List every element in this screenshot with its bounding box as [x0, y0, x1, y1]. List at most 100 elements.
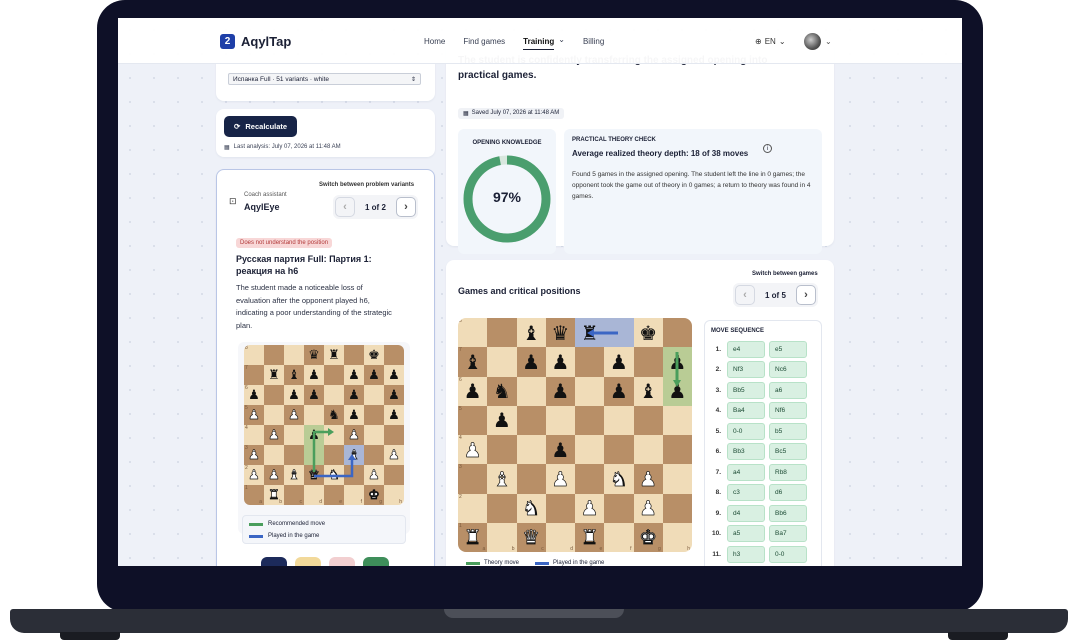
prev-game-button[interactable]: ‹: [735, 285, 755, 305]
square-h7[interactable]: ♟: [384, 365, 404, 385]
square-d7[interactable]: ♟: [545, 347, 575, 377]
black-move[interactable]: Ba7: [769, 525, 807, 543]
square-g3[interactable]: ♟: [633, 464, 663, 494]
variant-select[interactable]: Испанка Full · 51 variants · white ⇕: [228, 73, 421, 85]
prev-variant-button[interactable]: ‹: [335, 197, 355, 217]
white-move[interactable]: d4: [727, 504, 765, 522]
square-h2[interactable]: [662, 493, 692, 523]
square-b8[interactable]: [264, 345, 284, 365]
square-g8[interactable]: ♚: [364, 345, 384, 365]
square-e6[interactable]: [575, 376, 605, 406]
square-f7[interactable]: ♟: [344, 365, 364, 385]
square-d2[interactable]: [545, 493, 575, 523]
square-f8[interactable]: [344, 345, 364, 365]
square-b1[interactable]: b ♜: [264, 485, 284, 505]
square-d4[interactable]: ♟: [304, 425, 324, 445]
square-h3[interactable]: ♟: [384, 445, 404, 465]
square-g2[interactable]: ♟: [364, 465, 384, 485]
avatar-chevron-icon[interactable]: ⌄: [825, 37, 832, 46]
square-d3[interactable]: [304, 445, 324, 465]
square-h6[interactable]: ♟: [384, 385, 404, 405]
square-e7[interactable]: [324, 365, 344, 385]
square-b7[interactable]: [487, 347, 517, 377]
square-b8[interactable]: [487, 318, 517, 348]
square-f3[interactable]: ♞: [604, 464, 634, 494]
square-h1[interactable]: h: [662, 522, 692, 552]
avatar[interactable]: [804, 33, 821, 50]
recalculate-button[interactable]: ⟳ Recalculate: [224, 116, 298, 137]
square-f1[interactable]: f: [344, 485, 364, 505]
square-b6[interactable]: [264, 385, 284, 405]
black-move[interactable]: e5: [769, 340, 807, 358]
square-b3[interactable]: [264, 445, 284, 465]
chip-2[interactable]: [295, 557, 321, 566]
square-e1[interactable]: e ♜: [575, 522, 605, 552]
square-g5[interactable]: [633, 405, 663, 435]
square-f3[interactable]: ♝: [344, 445, 364, 465]
square-d7[interactable]: ♟: [304, 365, 324, 385]
square-h2[interactable]: [384, 465, 404, 485]
square-c1[interactable]: c ♛: [516, 522, 546, 552]
square-g6[interactable]: ♝: [633, 376, 663, 406]
square-c5[interactable]: ♟: [284, 405, 304, 425]
square-h4[interactable]: [384, 425, 404, 445]
square-b5[interactable]: [264, 405, 284, 425]
square-a4[interactable]: 4: [244, 425, 264, 445]
nav-training[interactable]: Training ⌄: [523, 36, 565, 50]
square-a6[interactable]: 6 ♟: [458, 376, 488, 406]
black-move[interactable]: b5: [769, 422, 807, 440]
square-c3[interactable]: [516, 464, 546, 494]
square-f5[interactable]: [604, 405, 634, 435]
square-b6[interactable]: ♞: [487, 376, 517, 406]
white-move[interactable]: Bb5: [727, 381, 765, 399]
square-b5[interactable]: ♟: [487, 405, 517, 435]
square-e6[interactable]: [324, 385, 344, 405]
white-move[interactable]: Ba4: [727, 402, 765, 420]
black-move[interactable]: a6: [769, 381, 807, 399]
square-c6[interactable]: ♟: [284, 385, 304, 405]
square-f2[interactable]: [344, 465, 364, 485]
square-e7[interactable]: [575, 347, 605, 377]
square-e3[interactable]: [324, 445, 344, 465]
square-d8[interactable]: ♛: [545, 318, 575, 348]
chip-1[interactable]: [261, 557, 287, 566]
square-d6[interactable]: ♟: [304, 385, 324, 405]
square-h1[interactable]: h: [384, 485, 404, 505]
square-c3[interactable]: [284, 445, 304, 465]
square-f4[interactable]: ♟: [344, 425, 364, 445]
square-d5[interactable]: [304, 405, 324, 425]
square-a2[interactable]: 2: [458, 493, 488, 523]
square-c2[interactable]: ♞: [516, 493, 546, 523]
square-a5[interactable]: 5: [458, 405, 488, 435]
square-g1[interactable]: g ♚: [633, 522, 663, 552]
square-d4[interactable]: ♟: [545, 435, 575, 465]
square-f8[interactable]: [604, 318, 634, 348]
square-f5[interactable]: ♟: [344, 405, 364, 425]
next-game-button[interactable]: ›: [795, 285, 816, 305]
square-g4[interactable]: [364, 425, 384, 445]
square-a7[interactable]: 7 ♝: [458, 347, 488, 377]
square-c7[interactable]: ♝: [284, 365, 304, 385]
nav-find-games[interactable]: Find games: [463, 37, 505, 50]
square-h5[interactable]: ♟: [384, 405, 404, 425]
square-d6[interactable]: ♟: [545, 376, 575, 406]
white-move[interactable]: c3: [727, 484, 765, 502]
square-c5[interactable]: [516, 405, 546, 435]
square-e4[interactable]: [575, 435, 605, 465]
square-c6[interactable]: [516, 376, 546, 406]
square-b2[interactable]: [487, 493, 517, 523]
square-h5[interactable]: [662, 405, 692, 435]
square-h4[interactable]: [662, 435, 692, 465]
nav-home[interactable]: Home: [424, 37, 445, 50]
square-h3[interactable]: [662, 464, 692, 494]
square-a3[interactable]: 3 ♟: [244, 445, 264, 465]
brand-logo[interactable]: 2 AqylTap: [220, 34, 291, 49]
next-variant-button[interactable]: ›: [395, 197, 416, 217]
square-f4[interactable]: [604, 435, 634, 465]
square-d5[interactable]: [545, 405, 575, 435]
square-e2[interactable]: ♟: [575, 493, 605, 523]
black-move[interactable]: 0-0: [769, 545, 807, 563]
white-move[interactable]: a4: [727, 463, 765, 481]
square-g8[interactable]: ♚: [633, 318, 663, 348]
square-b2[interactable]: ♟: [264, 465, 284, 485]
